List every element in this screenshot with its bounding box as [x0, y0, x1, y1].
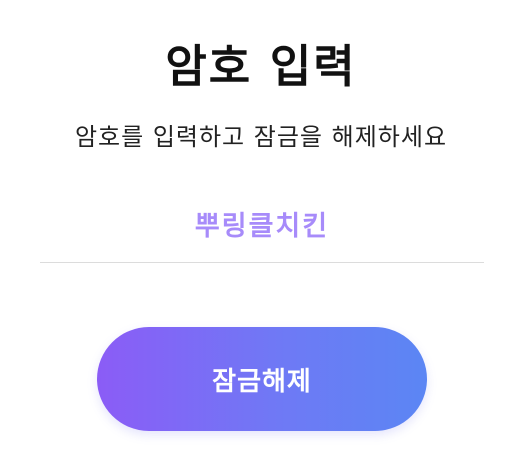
page-subtitle: 암호를 입력하고 잠금을 해제하세요 [74, 123, 448, 151]
password-field [40, 196, 484, 263]
password-screen: 암호 입력 암호를 입력하고 잠금을 해제하세요 잠금해제 [0, 0, 522, 467]
unlock-button[interactable]: 잠금해제 [97, 327, 427, 431]
password-input[interactable] [40, 196, 484, 250]
page-title: 암호 입력 [165, 40, 357, 93]
